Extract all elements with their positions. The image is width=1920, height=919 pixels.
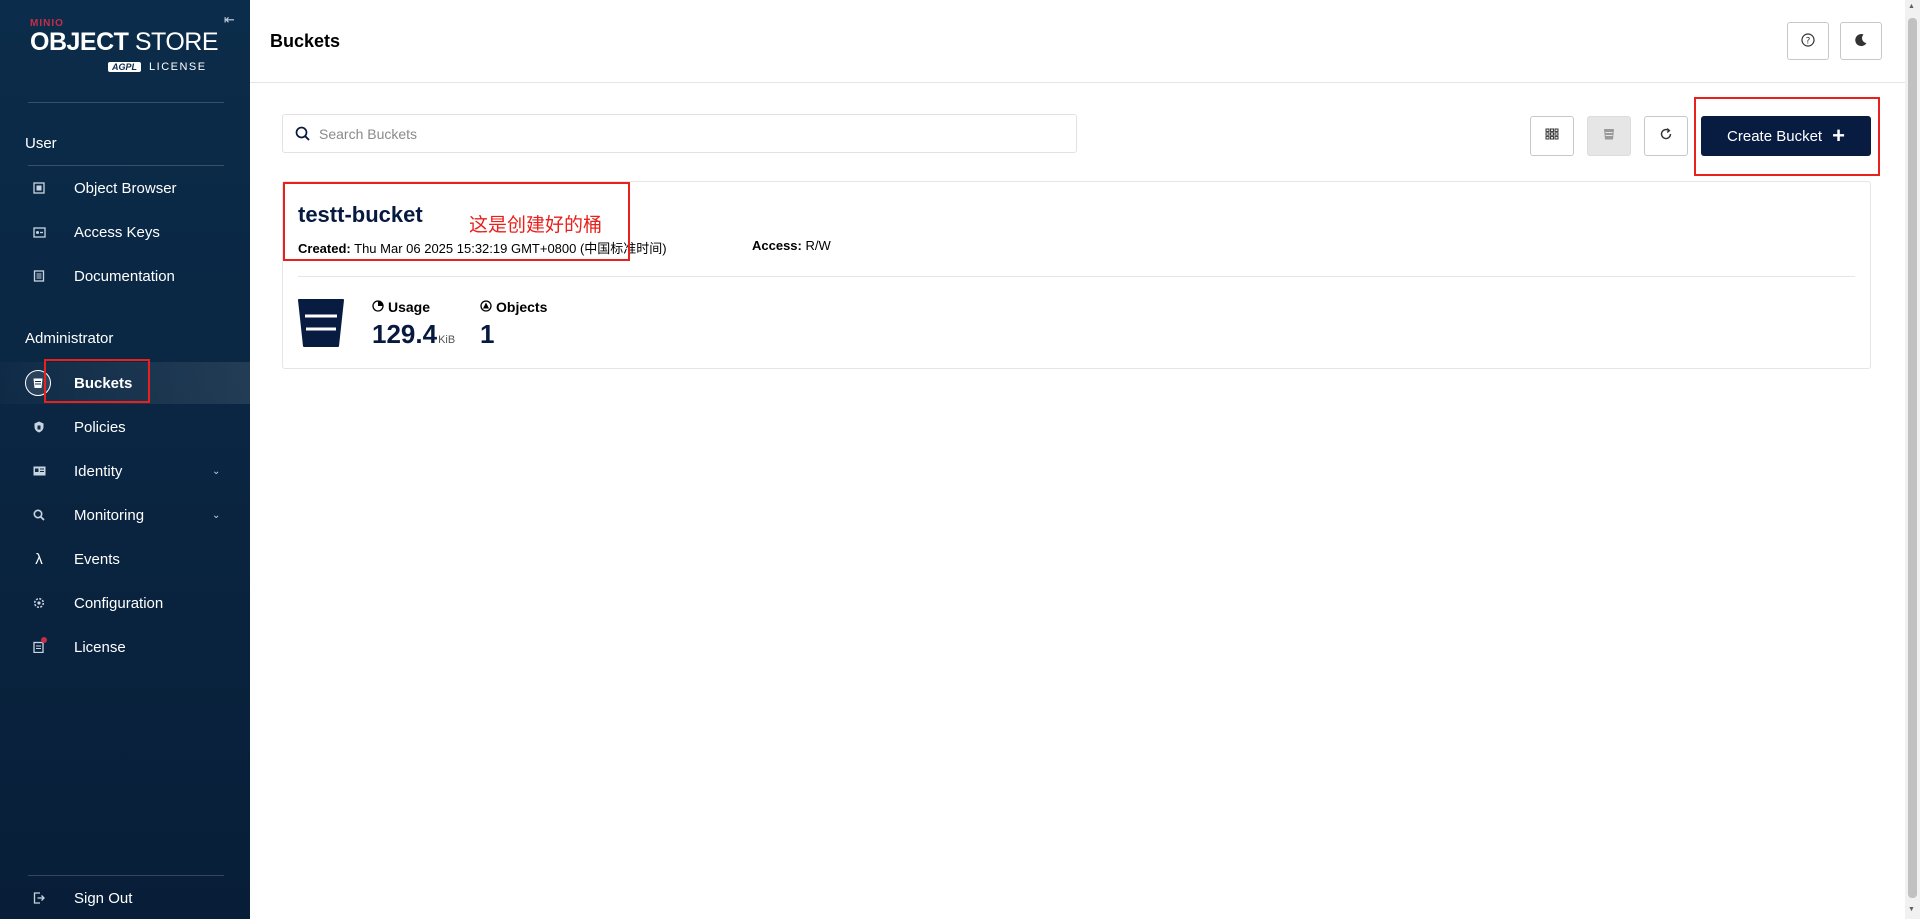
document-icon bbox=[30, 267, 48, 285]
help-button[interactable]: ? bbox=[1787, 22, 1829, 60]
objects-label: Objects bbox=[496, 299, 548, 315]
usage-unit: KiB bbox=[438, 334, 456, 346]
search-input[interactable] bbox=[319, 115, 1069, 152]
sidebar-item-label: Identity bbox=[74, 462, 123, 480]
sidebar-item-monitoring[interactable]: Monitoring ⌄ bbox=[0, 494, 250, 536]
sidebar-divider bbox=[28, 165, 224, 166]
gear-icon bbox=[30, 594, 48, 612]
sidebar-item-policies[interactable]: Policies bbox=[0, 406, 250, 448]
id-card-icon bbox=[30, 462, 48, 480]
access-label: Access: bbox=[752, 238, 802, 253]
objects-icon bbox=[480, 299, 492, 315]
bucket-access: Access: R/W bbox=[752, 238, 831, 253]
collapse-sidebar-icon[interactable]: ⇤ bbox=[224, 12, 240, 28]
scroll-up-icon[interactable]: ▲ bbox=[1908, 3, 1915, 10]
scrollbar-thumb[interactable] bbox=[1908, 18, 1917, 898]
access-value: R/W bbox=[805, 238, 831, 253]
logo-title-bold: OBJECT bbox=[30, 28, 129, 56]
sidebar-item-label: License bbox=[74, 638, 126, 656]
scroll-down-icon[interactable]: ▼ bbox=[1908, 906, 1915, 913]
sidebar-item-access-keys[interactable]: Access Keys bbox=[0, 211, 250, 253]
bucket-large-icon bbox=[298, 298, 344, 348]
section-label-administrator: Administrator bbox=[25, 330, 114, 347]
objects-stat: Objects 1 bbox=[480, 299, 547, 350]
object-browser-icon bbox=[30, 179, 48, 197]
question-mark-icon: ? bbox=[1801, 32, 1815, 50]
refresh-icon bbox=[1659, 127, 1673, 146]
usage-label-row: Usage bbox=[372, 299, 455, 315]
section-label-user: User bbox=[25, 135, 57, 152]
magnifier-icon bbox=[30, 506, 48, 524]
usage-value: 129.4 bbox=[372, 319, 438, 349]
logo-license: AGPL LICENSE bbox=[108, 61, 207, 73]
sidebar-item-label: Configuration bbox=[74, 594, 164, 612]
pie-chart-icon bbox=[372, 299, 384, 315]
sidebar-item-object-browser[interactable]: Object Browser bbox=[0, 167, 250, 209]
refresh-button[interactable] bbox=[1644, 116, 1688, 156]
chevron-down-icon[interactable]: ⌄ bbox=[212, 466, 220, 477]
chevron-down-icon[interactable]: ⌄ bbox=[212, 510, 220, 521]
sign-out-label: Sign Out bbox=[74, 889, 133, 907]
notification-dot bbox=[41, 637, 47, 643]
annotation-text: 这是创建好的桶 bbox=[469, 215, 603, 236]
dark-mode-toggle[interactable] bbox=[1840, 22, 1882, 60]
sidebar-item-documentation[interactable]: Documentation bbox=[0, 255, 250, 297]
svg-text:?: ? bbox=[1806, 36, 1811, 46]
usage-label: Usage bbox=[388, 299, 431, 315]
sign-out-icon bbox=[30, 889, 48, 907]
moon-icon bbox=[1854, 33, 1868, 50]
sidebar-item-label: Policies bbox=[74, 418, 126, 436]
sidebar-item-events[interactable]: λ Events bbox=[0, 538, 250, 580]
search-box bbox=[282, 114, 1077, 153]
objects-label-row: Objects bbox=[480, 299, 547, 315]
search-icon bbox=[293, 124, 313, 144]
page-title: Buckets bbox=[270, 31, 341, 51]
bulk-actions-button[interactable] bbox=[1587, 116, 1631, 156]
agpl-badge: AGPL bbox=[108, 62, 142, 72]
minio-logo: MINIO OBJECT STORE AGPL LICENSE bbox=[30, 18, 220, 78]
card-divider bbox=[298, 276, 1855, 277]
page-scrollbar[interactable]: ▲ ▼ bbox=[1905, 0, 1920, 919]
license-text: LICENSE bbox=[149, 61, 207, 73]
annotation-box-buckets-nav bbox=[44, 359, 150, 403]
key-icon bbox=[30, 223, 48, 241]
objects-value: 1 bbox=[480, 319, 495, 349]
grid-view-button[interactable] bbox=[1530, 116, 1574, 156]
sidebar-item-label: Documentation bbox=[74, 267, 175, 285]
page-header: Buckets ? bbox=[250, 0, 1905, 83]
sidebar-item-label: Object Browser bbox=[74, 179, 177, 197]
usage-value-row: 129.4KiB bbox=[372, 319, 455, 350]
logo-title: OBJECT STORE bbox=[30, 29, 220, 55]
sidebar: ⇤ MINIO OBJECT STORE AGPL LICENSE User O… bbox=[0, 0, 250, 919]
bucket-stack-icon bbox=[1602, 127, 1616, 146]
sidebar-divider bbox=[28, 102, 224, 103]
lambda-icon: λ bbox=[35, 550, 43, 568]
sidebar-item-license[interactable]: License bbox=[0, 626, 250, 668]
sidebar-item-label: Events bbox=[74, 550, 120, 568]
sidebar-item-identity[interactable]: Identity ⌄ bbox=[0, 450, 250, 492]
usage-stat: Usage 129.4KiB bbox=[372, 299, 455, 350]
sign-out-button[interactable]: Sign Out bbox=[0, 877, 250, 919]
sidebar-item-label: Access Keys bbox=[74, 223, 160, 241]
sidebar-divider bbox=[28, 875, 224, 876]
annotation-box-create-button bbox=[1694, 97, 1880, 176]
grid-icon bbox=[1545, 127, 1559, 145]
sidebar-item-configuration[interactable]: Configuration bbox=[0, 582, 250, 624]
shield-icon bbox=[30, 418, 48, 436]
sidebar-item-label: Monitoring bbox=[74, 506, 145, 524]
logo-title-thin: STORE bbox=[134, 28, 219, 56]
